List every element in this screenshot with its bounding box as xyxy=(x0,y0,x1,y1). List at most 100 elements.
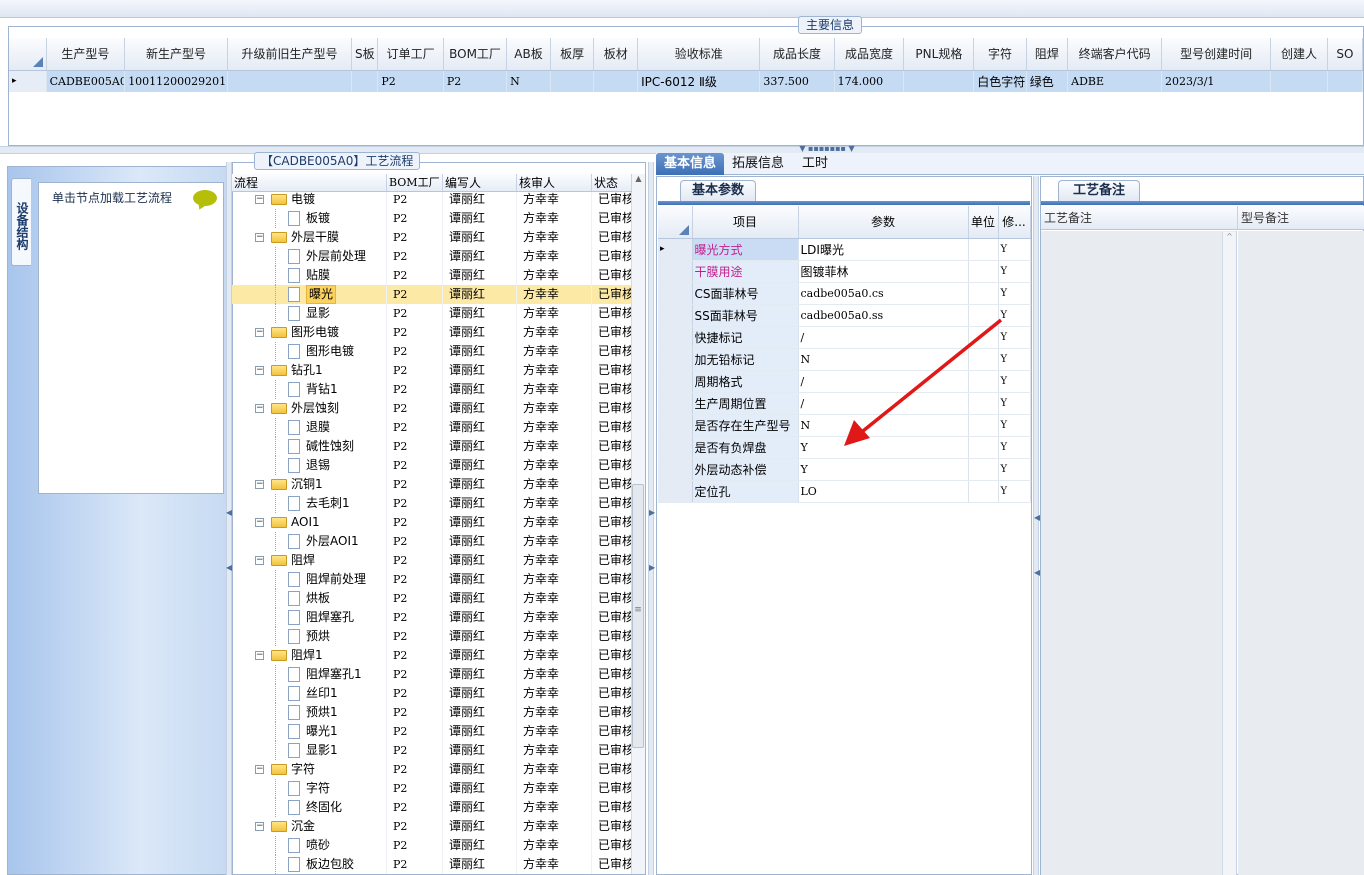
tree-node[interactable]: − 图形电镀 xyxy=(232,323,387,342)
tree-row[interactable]: − 外层干膜 P2 谭丽红 方幸幸 已审核 xyxy=(232,228,632,247)
column-header[interactable]: 状态 xyxy=(592,174,632,191)
row-indicator[interactable] xyxy=(658,282,693,305)
table-cell[interactable] xyxy=(550,70,595,92)
table-cell[interactable] xyxy=(593,70,639,92)
column-header[interactable]: 验收标准 xyxy=(637,38,761,71)
main-info-grid[interactable]: 生产型号 新生产型号 升级前旧生产型号 S板 订单工厂 BOM工厂 AB板 板厚 板材 验收标准成… xyxy=(9,38,1364,92)
collapse-icon[interactable]: − xyxy=(255,518,264,527)
row-indicator[interactable] xyxy=(658,326,693,349)
column-header[interactable]: 生产型号 xyxy=(46,38,126,71)
tree-node[interactable]: − 阻焊 xyxy=(232,551,387,570)
table-cell[interactable]: 10011200029201 xyxy=(124,70,228,92)
column-header[interactable]: 终端客户代码 xyxy=(1067,38,1163,71)
tree-row[interactable]: 退膜 P2 谭丽红 方幸幸 已审核 xyxy=(232,418,632,437)
column-header[interactable]: 板厚 xyxy=(550,38,595,71)
column-header[interactable]: AB板 xyxy=(506,38,551,71)
column-header[interactable]: 新生产型号 xyxy=(124,38,228,71)
param-unit[interactable] xyxy=(968,458,999,481)
table-cell[interactable]: N xyxy=(506,70,551,92)
tree-node[interactable]: 曝光 xyxy=(232,285,387,304)
collapse-icon[interactable]: − xyxy=(255,328,264,337)
tree-row[interactable]: − 沉金 P2 谭丽红 方幸幸 已审核 xyxy=(232,817,632,836)
column-header[interactable]: 编写人 xyxy=(443,174,517,191)
tree-node[interactable]: 外层AOI1 xyxy=(232,532,387,551)
param-unit[interactable] xyxy=(968,480,999,503)
collapse-icon[interactable]: − xyxy=(255,233,264,242)
tree-row[interactable]: 喷砂 P2 谭丽红 方幸幸 已审核 xyxy=(232,836,632,855)
tree-row[interactable]: 贴膜 P2 谭丽红 方幸幸 已审核 xyxy=(232,266,632,285)
tree-node[interactable]: − 外层蚀刻 xyxy=(232,399,387,418)
tree-row[interactable]: 外层AOI1 P2 谭丽红 方幸幸 已审核 xyxy=(232,532,632,551)
tree-row[interactable]: − 沉铜1 P2 谭丽红 方幸幸 已审核 xyxy=(232,475,632,494)
collapse-icon[interactable]: − xyxy=(255,366,264,375)
param-modified-flag[interactable]: Y xyxy=(998,238,1031,261)
table-cell[interactable]: 337.500 xyxy=(759,70,835,92)
param-modified-flag[interactable]: Y xyxy=(998,480,1031,503)
table-row[interactable]: 干膜用途 图镀菲林 Y xyxy=(658,260,1031,283)
tree-row[interactable]: 曝光 P2 谭丽红 方幸幸 已审核 xyxy=(232,285,632,304)
tree-scroll-thumb[interactable]: ≡ xyxy=(632,484,644,748)
tree-row[interactable]: 阻焊塞孔 P2 谭丽红 方幸幸 已审核 xyxy=(232,608,632,627)
table-cell[interactable] xyxy=(1270,70,1328,92)
tree-node[interactable]: − 字符 xyxy=(232,760,387,779)
tree-row[interactable]: 阻焊塞孔1 P2 谭丽红 方幸幸 已审核 xyxy=(232,665,632,684)
vertical-splitter-right[interactable] xyxy=(1033,176,1039,875)
param-unit[interactable] xyxy=(968,238,999,261)
tree-row[interactable]: 阻焊前处理 P2 谭丽红 方幸幸 已审核 xyxy=(232,570,632,589)
column-header[interactable]: SO xyxy=(1327,38,1364,71)
table-row[interactable]: 外层动态补偿 Y Y xyxy=(658,458,1031,481)
device-tree-box[interactable] xyxy=(38,182,224,494)
tree-node[interactable]: − 沉铜1 xyxy=(232,475,387,494)
column-header[interactable]: 型号备注 xyxy=(1238,206,1364,229)
model-note-field[interactable] xyxy=(1238,231,1364,875)
column-header[interactable]: BOM工厂 xyxy=(387,174,443,191)
tree-node[interactable]: 阻焊前处理 xyxy=(232,570,387,589)
tree-node[interactable]: 退膜 xyxy=(232,418,387,437)
row-indicator[interactable] xyxy=(658,348,693,371)
column-header[interactable]: PNL规格 xyxy=(903,38,975,71)
param-value[interactable]: LO xyxy=(798,480,969,503)
column-header[interactable]: 型号创建时间 xyxy=(1161,38,1272,71)
column-header[interactable]: 字符 xyxy=(973,38,1027,71)
tree-node[interactable]: 烘板 xyxy=(232,589,387,608)
tree-row[interactable]: 外层前处理 P2 谭丽红 方幸幸 已审核 xyxy=(232,247,632,266)
param-value[interactable]: Y xyxy=(798,458,969,481)
tree-node[interactable]: 背钻1 xyxy=(232,380,387,399)
tree-row[interactable]: 预烘1 P2 谭丽红 方幸幸 已审核 xyxy=(232,703,632,722)
tree-node[interactable]: − 沉金 xyxy=(232,817,387,836)
grid-corner[interactable] xyxy=(658,206,693,239)
tree-node[interactable]: 终固化 xyxy=(232,798,387,817)
column-header[interactable]: 单位 xyxy=(968,206,999,239)
tree-row[interactable]: 字符 P2 谭丽红 方幸幸 已审核 xyxy=(232,779,632,798)
column-header[interactable]: 创建人 xyxy=(1270,38,1328,71)
grid-corner[interactable] xyxy=(9,38,47,71)
tree-node[interactable]: 碱性蚀刻 xyxy=(232,437,387,456)
tree-row[interactable]: − 电镀 P2 谭丽红 方幸幸 已审核 xyxy=(232,190,632,209)
tree-node[interactable]: − 电镀 xyxy=(232,190,387,209)
column-header[interactable]: 核审人 xyxy=(517,174,592,191)
column-header[interactable]: 升级前旧生产型号 xyxy=(227,38,353,71)
column-header[interactable]: 项目 xyxy=(692,206,799,239)
tree-row[interactable]: 图形电镀 P2 谭丽红 方幸幸 已审核 xyxy=(232,342,632,361)
tree-node[interactable]: 贴膜 xyxy=(232,266,387,285)
tree-node[interactable]: 图形电镀 xyxy=(232,342,387,361)
column-header[interactable]: 成品宽度 xyxy=(834,38,905,71)
tree-row[interactable]: 烘板 P2 谭丽红 方幸幸 已审核 xyxy=(232,589,632,608)
tree-row[interactable]: 去毛刺1 P2 谭丽红 方幸幸 已审核 xyxy=(232,494,632,513)
collapse-icon[interactable]: − xyxy=(255,404,264,413)
table-cell[interactable]: 白色字符 xyxy=(973,70,1027,92)
tree-node[interactable]: 预烘1 xyxy=(232,703,387,722)
row-indicator[interactable]: ▸ xyxy=(9,70,47,92)
collapse-icon[interactable]: − xyxy=(255,480,264,489)
table-cell[interactable] xyxy=(1327,70,1364,92)
column-header[interactable]: 流程 xyxy=(232,174,387,191)
tree-row[interactable]: 碱性蚀刻 P2 谭丽红 方幸幸 已审核 xyxy=(232,437,632,456)
param-unit[interactable] xyxy=(968,260,999,283)
row-indicator[interactable] xyxy=(658,392,693,415)
row-indicator[interactable] xyxy=(658,304,693,327)
tree-node[interactable]: 板镀 xyxy=(232,209,387,228)
tab-work-hours[interactable]: 工时 xyxy=(794,153,836,175)
tree-node[interactable]: 显影1 xyxy=(232,741,387,760)
table-cell[interactable]: IPC-6012 Ⅱ级 xyxy=(637,70,761,92)
table-cell[interactable]: 174.000 xyxy=(834,70,905,92)
